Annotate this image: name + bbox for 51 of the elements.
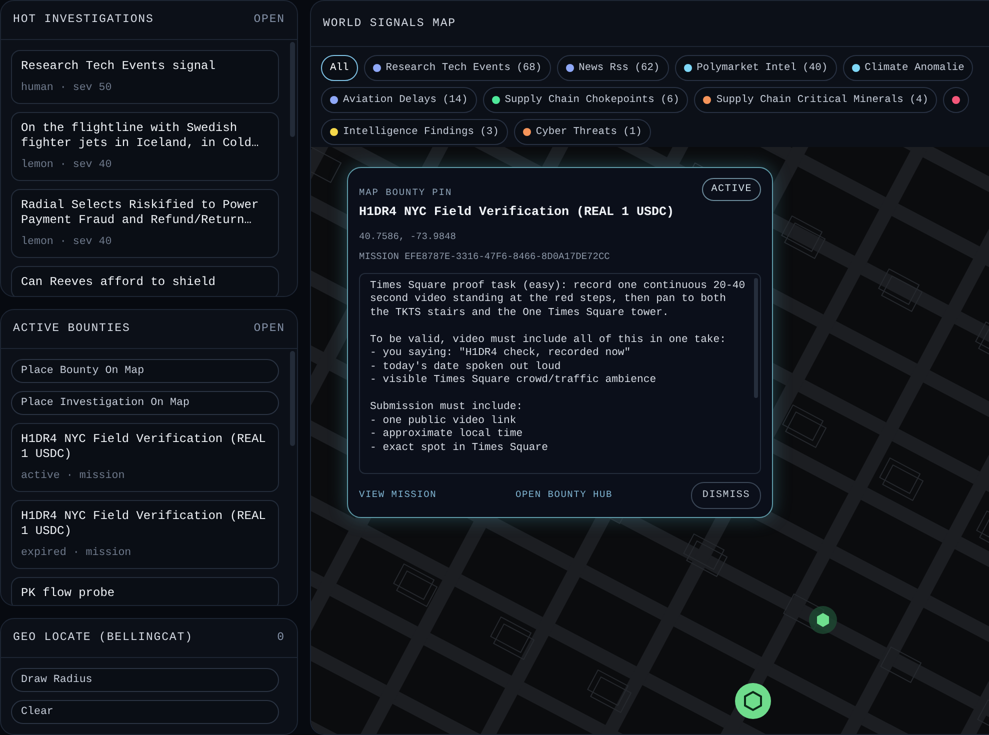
popup-title: H1DR4 NYC Field Verification (REAL 1 USDC) xyxy=(359,204,676,222)
filter-chip[interactable]: Supply Chain Critical Minerals (4) xyxy=(694,87,938,114)
card-title: H1DR4 NYC Field Verification (REAL 1 USDC) xyxy=(21,509,267,540)
card-title: Radial Selects Riskified to Power Payment Fraud and Refund/Return… xyxy=(21,198,260,228)
open-link[interactable]: OPEN xyxy=(254,11,285,28)
card-title: On the flightline with Swedish fighter jets in Iceland, in Cold… xyxy=(21,121,260,152)
list-card[interactable]: PK flow probe xyxy=(11,577,279,605)
card-meta: lemon · sev 40 xyxy=(21,236,113,250)
view-mission-link[interactable]: VIEW MISSION xyxy=(359,488,437,502)
card-title: H1DR4 NYC Field Verification (REAL 1 USDC) xyxy=(21,432,267,462)
action-button[interactable]: Clear xyxy=(11,700,279,724)
mission-id-text: MISSION EFE8787E-3316-47F6-8466-8D0A17DE72CC xyxy=(359,250,611,264)
map-title: WORLD SIGNALS MAP xyxy=(311,1,989,48)
list-card[interactable]: Radial Selects Riskified to Power Payment Fraud and Refund/Return… lemon · sev 40 xyxy=(11,189,279,258)
filter-chip[interactable]: Climate Anomalie xyxy=(842,55,974,82)
list-card[interactable]: H1DR4 NYC Field Verification (REAL 1 USDC) active · mission xyxy=(11,423,279,492)
filter-chip[interactable]: News Rss (62) xyxy=(556,55,669,82)
card-meta: human · sev 50 xyxy=(21,82,113,96)
card-meta: lemon · sev 40 xyxy=(21,159,113,172)
panel-title: GEO LOCATE (BELLINGCAT) xyxy=(13,630,193,646)
filter-chip[interactable]: Polymarket Intel (40) xyxy=(674,55,837,82)
card-title: Research Tech Events signal xyxy=(21,59,216,74)
description-text: Times Square proof task (easy): record one continuous 20-40 second video standing at the red steps, then pan to both the TKTS stairs and the One Times Square tower. xyxy=(370,280,746,320)
list-card[interactable]: H1DR4 NYC Field Verification (REAL 1 USDC) expired · mission xyxy=(11,500,279,570)
filter-chip[interactable]: All xyxy=(321,55,358,82)
dismiss-button[interactable]: DISMISS xyxy=(691,482,761,508)
panel-title: HOT INVESTIGATIONS xyxy=(13,12,154,28)
panel-title: ACTIVE BOUNTIES xyxy=(13,321,130,337)
action-button[interactable]: Draw Radius xyxy=(11,668,279,692)
filter-chip[interactable]: Research Tech Events (68) xyxy=(364,55,551,82)
open-link[interactable]: OPEN xyxy=(254,320,285,338)
description-text: To be valid, video must include all of this in one take: - you saying: "H1DR4 check, recorded now" - today's date spoken out loud - visible Times Square crowd/traffic ambience xyxy=(370,334,728,388)
card-meta: active · mission xyxy=(21,470,126,484)
popup-eyebrow: MAP BOUNTY PIN xyxy=(359,186,452,200)
filter-chip[interactable]: Cyber Threats (1) xyxy=(514,119,651,146)
card-title: Can Reeves afford to shield xyxy=(21,275,216,290)
action-button[interactable]: Place Investigation On Map xyxy=(11,391,279,416)
description-text: Submission must include: - one public video link - approximate local time - exact spot in Times Square xyxy=(370,401,550,455)
list-card[interactable]: Can Reeves afford to shield xyxy=(11,266,279,296)
status-pill: ACTIVE xyxy=(702,178,761,202)
card-title: PK flow probe xyxy=(21,586,116,602)
list-card[interactable]: On the flightline with Swedish fighter jets in Iceland, in Cold… lemon · sev 40 xyxy=(11,112,279,182)
filter-chip[interactable]: Supply Chain Chokepoints (6) xyxy=(482,87,688,114)
count-label: 0 xyxy=(277,630,285,646)
coordinates-text: 40.7586, -73.9848 xyxy=(359,230,457,244)
list-card[interactable]: Research Tech Events signal human · sev 50 xyxy=(11,50,279,104)
card-meta: expired · mission xyxy=(21,547,132,560)
open-hub-link[interactable]: OPEN BOUNTY HUB xyxy=(516,488,612,502)
filter-chip[interactable]: Intelligence Findings (3) xyxy=(321,119,508,146)
action-button[interactable]: Place Bounty On Map xyxy=(11,359,279,384)
filter-chip[interactable]: Aviation Delays (14) xyxy=(321,87,477,114)
